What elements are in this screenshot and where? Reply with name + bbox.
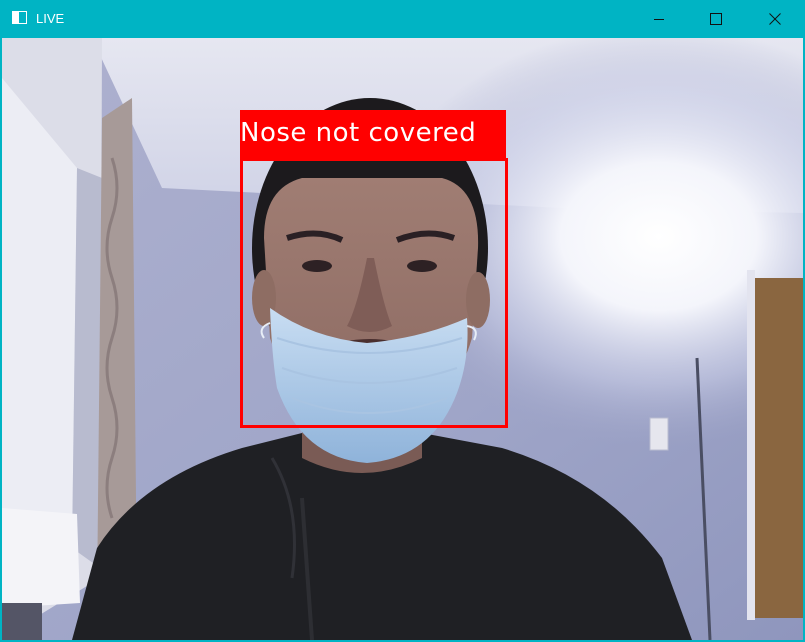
- app-window-icon: [12, 11, 27, 24]
- minimize-button[interactable]: [630, 0, 688, 38]
- window-title: LIVE: [36, 11, 65, 26]
- minimize-icon: [654, 19, 664, 20]
- maximize-button[interactable]: [687, 0, 745, 38]
- face-detection-box: [240, 158, 508, 428]
- close-icon: [769, 13, 781, 25]
- close-button[interactable]: [745, 0, 805, 38]
- app-window: LIVE Nose not covered: [0, 0, 805, 642]
- title-bar[interactable]: LIVE: [0, 0, 805, 38]
- detection-label: Nose not covered: [240, 118, 477, 148]
- maximize-icon: [710, 13, 722, 25]
- video-frame: Nose not covered: [2, 38, 803, 640]
